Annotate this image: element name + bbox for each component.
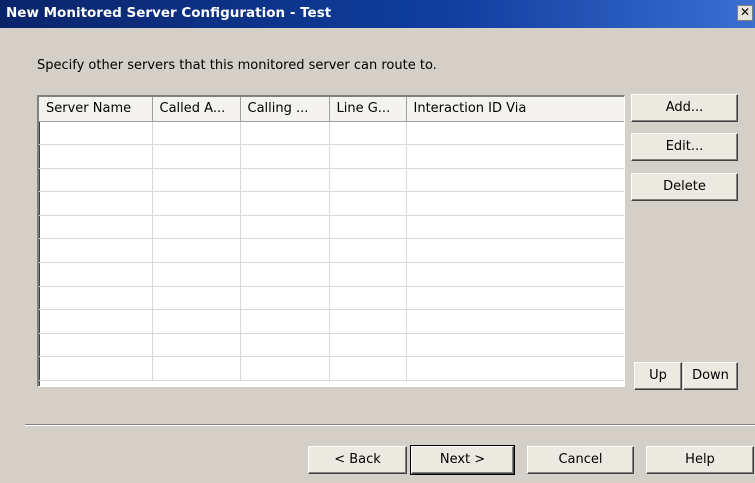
table-cell bbox=[329, 168, 407, 193]
table-cell bbox=[329, 356, 407, 382]
table-cell bbox=[329, 238, 407, 264]
table-cell bbox=[240, 144, 330, 169]
table-cell bbox=[152, 238, 241, 264]
table-cell bbox=[39, 191, 153, 216]
table-cell bbox=[329, 333, 407, 358]
table-cell bbox=[39, 309, 153, 334]
table-row[interactable] bbox=[39, 333, 624, 358]
table-cell bbox=[39, 238, 153, 264]
table-cell bbox=[329, 262, 407, 287]
table-cell bbox=[406, 168, 624, 193]
table-cell bbox=[406, 238, 624, 264]
table-cell bbox=[39, 168, 153, 193]
column-header-line-group[interactable]: Line G... bbox=[329, 97, 407, 122]
column-header-called-address[interactable]: Called A... bbox=[152, 97, 241, 122]
next-button[interactable]: Next > bbox=[410, 445, 515, 475]
down-button[interactable]: Down bbox=[683, 362, 738, 390]
table-cell bbox=[39, 356, 153, 382]
routing-servers-table[interactable]: Server Name Called A... Calling ... Line… bbox=[37, 95, 625, 387]
table-cell bbox=[240, 121, 330, 146]
column-header-server-name[interactable]: Server Name bbox=[39, 97, 153, 122]
table-cell bbox=[39, 286, 153, 311]
table-cell bbox=[329, 144, 407, 169]
edit-button[interactable]: Edit... bbox=[631, 133, 738, 161]
table-cell bbox=[329, 286, 407, 311]
title-bar[interactable]: New Monitored Server Configuration - Tes… bbox=[0, 0, 755, 28]
back-button[interactable]: < Back bbox=[308, 446, 407, 474]
table-cell bbox=[240, 333, 330, 358]
table-cell bbox=[39, 333, 153, 358]
column-header-interaction-id-via[interactable]: Interaction ID Via bbox=[406, 97, 624, 122]
table-cell bbox=[152, 262, 241, 287]
table-cell bbox=[406, 144, 624, 169]
table-cell bbox=[329, 309, 407, 334]
close-icon[interactable]: ✕ bbox=[737, 5, 753, 21]
help-button[interactable]: Help bbox=[646, 446, 754, 474]
table-row[interactable] bbox=[39, 238, 624, 264]
table-cell bbox=[240, 215, 330, 240]
table-cell bbox=[240, 168, 330, 193]
delete-button[interactable]: Delete bbox=[631, 173, 738, 201]
table-row[interactable] bbox=[39, 262, 624, 287]
add-button[interactable]: Add... bbox=[631, 94, 738, 122]
table-cell bbox=[152, 333, 241, 358]
table-cell bbox=[406, 356, 624, 382]
table-cell bbox=[406, 333, 624, 358]
table-cell bbox=[152, 191, 241, 216]
table-cell bbox=[329, 121, 407, 146]
table-header-row: Server Name Called A... Calling ... Line… bbox=[39, 97, 624, 122]
table-row[interactable] bbox=[39, 215, 624, 240]
window-title: New Monitored Server Configuration - Tes… bbox=[6, 5, 332, 21]
table-cell bbox=[152, 144, 241, 169]
table-cell bbox=[240, 238, 330, 264]
table-cell bbox=[39, 144, 153, 169]
table-cell bbox=[39, 262, 153, 287]
table-cell bbox=[240, 286, 330, 311]
column-header-calling-address[interactable]: Calling ... bbox=[240, 97, 330, 122]
table-row[interactable] bbox=[39, 309, 624, 334]
footer-separator bbox=[25, 424, 755, 426]
table-cell bbox=[406, 215, 624, 240]
table-cell bbox=[406, 121, 624, 146]
table-cell bbox=[152, 356, 241, 382]
table-cell bbox=[240, 356, 330, 382]
table-row[interactable] bbox=[39, 144, 624, 169]
table-row[interactable] bbox=[39, 191, 624, 216]
table-cell bbox=[39, 121, 153, 146]
table-row[interactable] bbox=[39, 121, 624, 146]
table-cell bbox=[152, 121, 241, 146]
table-cell bbox=[406, 191, 624, 216]
table-cell bbox=[240, 191, 330, 216]
table-row[interactable] bbox=[39, 168, 624, 193]
table-row[interactable] bbox=[39, 286, 624, 311]
table-cell bbox=[152, 309, 241, 334]
table-row[interactable] bbox=[39, 356, 624, 382]
table-cell bbox=[406, 309, 624, 334]
table-cell bbox=[152, 215, 241, 240]
table-cell bbox=[406, 262, 624, 287]
table-cell bbox=[39, 215, 153, 240]
instruction-text: Specify other servers that this monitore… bbox=[37, 58, 437, 73]
table-cell bbox=[240, 309, 330, 334]
table-cell bbox=[406, 286, 624, 311]
table-cell bbox=[152, 168, 241, 193]
up-button[interactable]: Up bbox=[634, 362, 682, 390]
table-cell bbox=[329, 215, 407, 240]
table-cell bbox=[152, 286, 241, 311]
table-cell bbox=[240, 262, 330, 287]
cancel-button[interactable]: Cancel bbox=[527, 446, 634, 474]
table-cell bbox=[329, 191, 407, 216]
